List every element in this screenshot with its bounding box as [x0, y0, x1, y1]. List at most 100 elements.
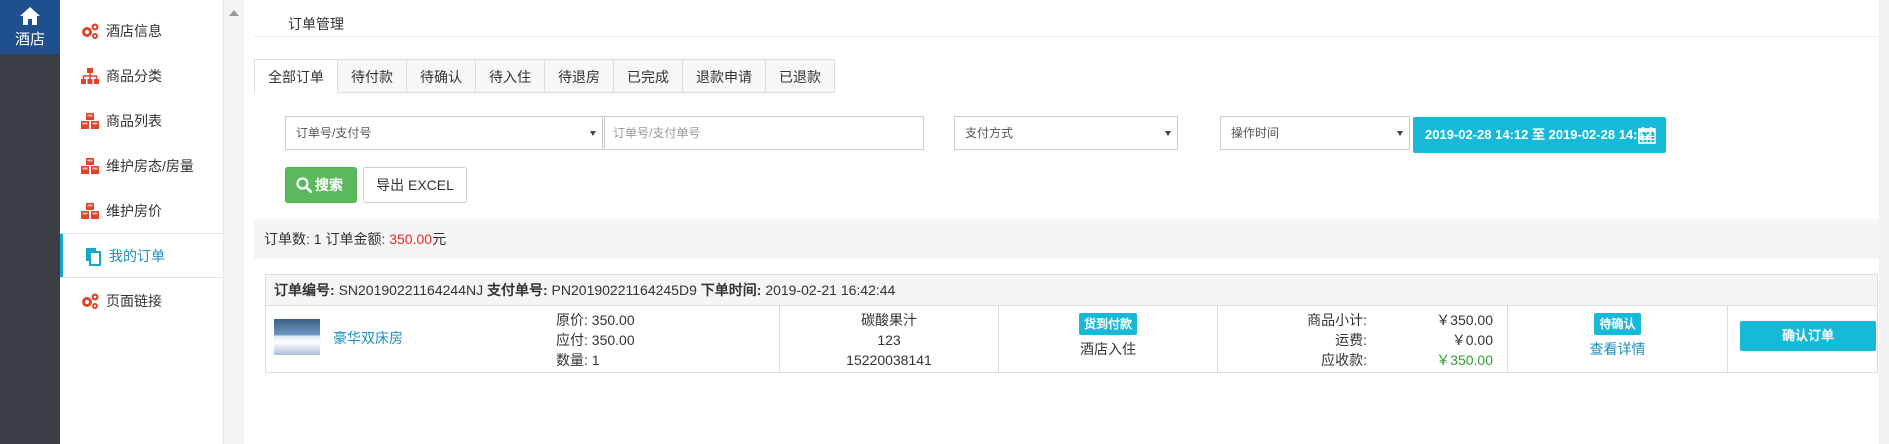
- cubes-icon: [81, 112, 99, 129]
- payable-price: 应付: 350.00: [556, 332, 635, 348]
- scroll-up-icon[interactable]: [229, 10, 239, 16]
- price-info: 原价: 350.00 应付: 350.00 数量: 1: [556, 310, 635, 370]
- sidebar-scrollbar[interactable]: [224, 0, 244, 444]
- order-time-label: 下单时间:: [700, 282, 762, 298]
- page-title: 订单管理: [288, 16, 344, 32]
- calendar-icon: [1638, 127, 1656, 144]
- tab-refunded[interactable]: 已退款: [766, 59, 835, 93]
- gears-icon: [82, 23, 99, 39]
- sidebar-item-category[interactable]: 商品分类: [60, 53, 223, 98]
- order-type-select[interactable]: 订单号/支付号: [285, 116, 603, 150]
- original-price: 原价: 350.00: [556, 312, 635, 328]
- sidebar-item-label: 页面链接: [106, 292, 162, 309]
- action-cell: 确认订单: [1728, 306, 1877, 372]
- pay-no-label: 支付单号:: [486, 282, 548, 298]
- product-cell: 豪华双床房 原价: 350.00 应付: 350.00 数量: 1: [266, 306, 780, 372]
- sidebar-item-label: 商品列表: [106, 112, 162, 129]
- pay-sub-text: 酒店入住: [1080, 341, 1136, 357]
- pay-method-badge: 货到付款: [1078, 313, 1137, 335]
- product-thumbnail[interactable]: [274, 319, 320, 355]
- caret-down-icon: [1397, 131, 1403, 136]
- subtotal-label: 商品小计:: [1307, 312, 1367, 328]
- time-type-select[interactable]: 操作时间: [1220, 116, 1410, 150]
- summary-count: 订单数: 1 订单金额:: [264, 231, 390, 247]
- order-number-input[interactable]: 订单号/支付单号: [604, 116, 924, 150]
- tab-pending-checkin[interactable]: 待入住: [476, 59, 545, 93]
- freight-label: 运费:: [1335, 332, 1367, 348]
- sidebar-item-room-status[interactable]: 维护房态/房量: [60, 143, 223, 188]
- customer-code: 123: [877, 332, 901, 348]
- order-no: SN20190221164244NJ: [338, 282, 484, 298]
- cubes-icon: [81, 157, 99, 174]
- sidebar-item-room-price[interactable]: 维护房价: [60, 188, 223, 233]
- date-range-text: 2019-02-28 14:12 至 2019-02-28 14:12: [1425, 127, 1652, 142]
- status-cell: 待确认 查看详情: [1508, 306, 1728, 372]
- sidebar-item-hotel-info[interactable]: 酒店信息: [60, 8, 223, 53]
- receivable-label: 应收款:: [1321, 352, 1367, 368]
- view-detail-link[interactable]: 查看详情: [1508, 339, 1727, 359]
- order-number-placeholder: 订单号/支付单号: [613, 126, 701, 140]
- tab-pending-payment[interactable]: 待付款: [338, 59, 407, 93]
- product-name-link[interactable]: 豪华双床房: [333, 328, 403, 348]
- pay-method-value: 支付方式: [965, 126, 1014, 140]
- pay-method-select[interactable]: 支付方式: [954, 116, 1178, 150]
- order-card: 订单编号: SN20190221164244NJ 支付单号: PN2019022…: [265, 274, 1878, 373]
- payment-cell: 货到付款 酒店入住: [999, 306, 1218, 372]
- summary-unit: 元: [432, 231, 447, 247]
- confirm-order-button[interactable]: 确认订单: [1740, 321, 1876, 351]
- tab-pending-checkout[interactable]: 待退房: [545, 59, 614, 93]
- quantity: 数量: 1: [556, 352, 600, 368]
- customer-cell: 碳酸果汁 123 15220038141: [780, 306, 999, 372]
- tab-all-orders[interactable]: 全部订单: [254, 59, 338, 93]
- summary-amount: 350.00: [389, 231, 433, 247]
- order-type-value: 订单号/支付号: [296, 126, 372, 140]
- sidebar-item-label: 维护房态/房量: [106, 157, 194, 174]
- copy-icon: [86, 247, 101, 266]
- sidebar-item-label: 商品分类: [106, 67, 162, 84]
- sidebar-item-label: 酒店信息: [106, 22, 162, 39]
- tab-refund-request[interactable]: 退款申请: [683, 59, 766, 93]
- tab-pending-confirm[interactable]: 待确认: [407, 59, 476, 93]
- main-content: 订单管理 全部订单 待付款 待确认 待入住 待退房 已完成 退款申请 已退款 订…: [254, 0, 1889, 444]
- cubes-icon: [81, 202, 99, 219]
- subtotal-value: ￥350.00: [1436, 312, 1493, 328]
- order-body: 豪华双床房 原价: 350.00 应付: 350.00 数量: 1 碳酸果汁 1…: [266, 306, 1877, 372]
- receivable-value: ￥350.00: [1436, 352, 1493, 368]
- amount-cell: 商品小计: 运费: 应收款: ￥350.00 ￥0.00 ￥350.00: [1218, 306, 1508, 372]
- gears-icon: [82, 293, 99, 309]
- sitemap-icon: [81, 67, 99, 84]
- time-type-value: 操作时间: [1231, 126, 1280, 140]
- app-rail: 酒店: [0, 0, 60, 444]
- sidebar-item-label: 我的订单: [109, 247, 165, 264]
- amount-labels: 商品小计: 运费: 应收款:: [1307, 310, 1367, 370]
- order-time: 2019-02-21 16:42:44: [765, 282, 896, 298]
- tab-completed[interactable]: 已完成: [614, 59, 683, 93]
- amount-values: ￥350.00 ￥0.00 ￥350.00: [1436, 310, 1493, 370]
- order-summary: 订单数: 1 订单金额: 350.00元: [254, 219, 1889, 259]
- status-badge: 待确认: [1594, 313, 1641, 335]
- date-range-picker[interactable]: 2019-02-28 14:12 至 2019-02-28 14:12: [1413, 117, 1666, 153]
- search-button[interactable]: 搜索: [285, 167, 357, 203]
- sidebar-item-product-list[interactable]: 商品列表: [60, 98, 223, 143]
- export-excel-button[interactable]: 导出 EXCEL: [363, 167, 467, 203]
- search-icon: [296, 177, 312, 193]
- sidebar-item-page-links[interactable]: 页面链接: [60, 278, 223, 323]
- order-tabs: 全部订单 待付款 待确认 待入住 待退房 已完成 退款申请 已退款: [254, 59, 835, 93]
- pay-no: PN20190221164245D9: [551, 282, 697, 298]
- sidebar: 酒店信息 商品分类 商品列表 维护房态/房量 维护房价 我的订单 页面链接: [60, 0, 224, 444]
- home-label: 酒店: [14, 31, 45, 48]
- sidebar-item-label: 维护房价: [106, 202, 162, 219]
- home-icon: [20, 7, 40, 25]
- order-no-label: 订单编号:: [274, 282, 335, 298]
- order-header: 订单编号: SN20190221164244NJ 支付单号: PN2019022…: [266, 275, 1877, 306]
- home-nav-button[interactable]: 酒店: [0, 0, 60, 54]
- customer-name: 碳酸果汁: [861, 312, 917, 328]
- page-scrollbar[interactable]: [1879, 0, 1889, 444]
- customer-phone: 15220038141: [846, 352, 932, 368]
- caret-down-icon: [590, 131, 596, 136]
- caret-down-icon: [1165, 131, 1171, 136]
- sidebar-item-my-orders[interactable]: 我的订单: [60, 233, 223, 278]
- freight-value: ￥0.00: [1451, 332, 1493, 348]
- divider: [254, 36, 1889, 37]
- search-label: 搜索: [315, 177, 343, 193]
